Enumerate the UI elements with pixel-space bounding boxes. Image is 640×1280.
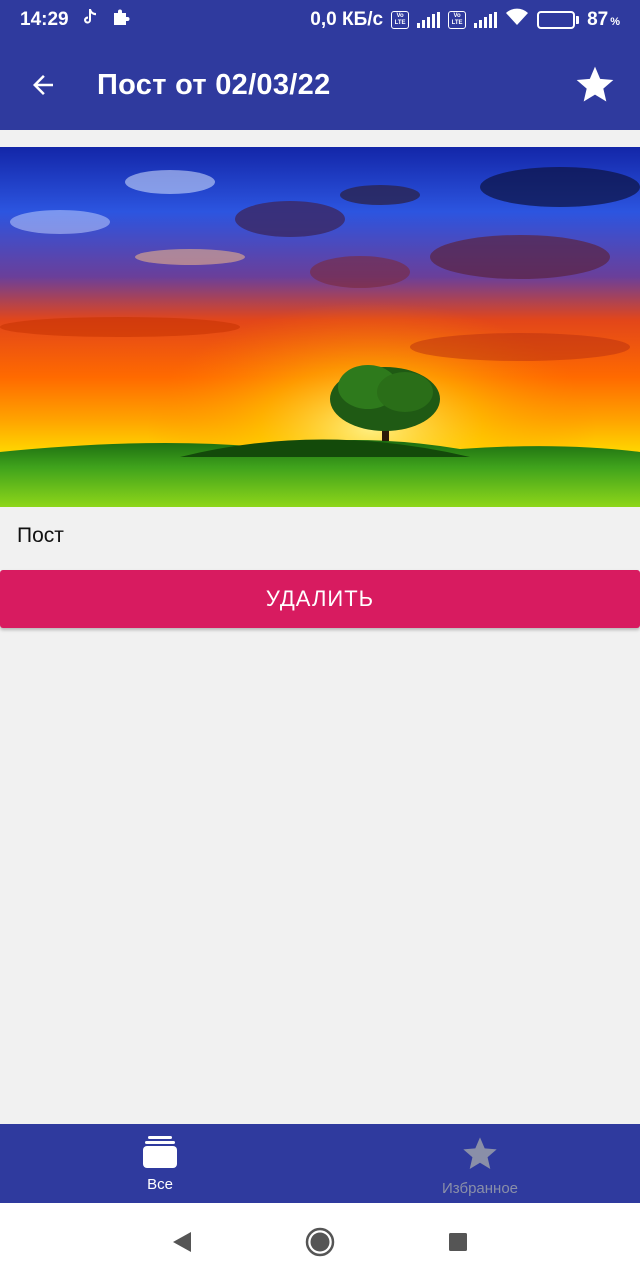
screen: 14:29 0,0 КБ/с Vo LTE Vo LTE 87 % Пост о… <box>0 0 640 1280</box>
puzzle-icon <box>111 7 131 33</box>
post-image <box>0 147 640 507</box>
tiktok-icon <box>81 7 99 33</box>
app-bar: Пост от 02/03/22 <box>0 40 640 130</box>
signal-icon-2 <box>474 12 498 28</box>
battery-unit: % <box>610 16 620 28</box>
network-speed: 0,0 КБ/с <box>310 9 384 30</box>
page-title: Пост от 02/03/22 <box>97 68 331 101</box>
battery-icon <box>537 11 580 29</box>
nav-label-favorites: Избранное <box>441 1180 519 1197</box>
square-recents-icon <box>449 1232 467 1251</box>
nav-label-all: Все <box>147 1176 173 1193</box>
volte-icon: Vo LTE <box>391 11 410 29</box>
volte-top-2: Vo <box>453 13 461 19</box>
system-nav <box>0 1203 640 1280</box>
signal-icon <box>417 12 441 28</box>
battery-percent: 87 <box>587 9 609 30</box>
favorite-button[interactable] <box>555 40 635 130</box>
volte-bottom-2: LTE <box>451 20 463 26</box>
star-icon <box>576 66 614 102</box>
star-icon <box>463 1137 497 1169</box>
system-home-button[interactable] <box>300 1222 340 1262</box>
landscape-image <box>0 147 640 507</box>
triangle-back-icon <box>173 1231 191 1252</box>
nav-item-favorites[interactable]: Избранное <box>320 1124 640 1203</box>
nav-item-all[interactable]: Все <box>0 1124 320 1203</box>
status-left: 14:29 <box>20 7 131 33</box>
system-recents-button[interactable] <box>438 1222 478 1262</box>
post-text: Пост <box>17 524 64 547</box>
circle-home-icon <box>305 1227 335 1256</box>
system-back-button[interactable] <box>162 1222 202 1262</box>
wifi-icon <box>505 8 529 32</box>
volte-top: Vo <box>396 13 404 19</box>
back-button[interactable] <box>0 40 86 130</box>
bottom-nav: Все Избранное <box>0 1124 640 1203</box>
volte-icon-2: Vo LTE <box>448 11 467 29</box>
delete-button[interactable]: УДАЛИТЬ <box>0 570 640 628</box>
status-time: 14:29 <box>20 9 69 30</box>
volte-bottom: LTE <box>394 20 406 26</box>
stack-icon <box>143 1136 177 1168</box>
status-right: 0,0 КБ/с Vo LTE Vo LTE 87 % <box>310 8 620 32</box>
arrow-back-icon <box>33 75 53 95</box>
status-bar: 14:29 0,0 КБ/с Vo LTE Vo LTE 87 % <box>0 0 640 40</box>
